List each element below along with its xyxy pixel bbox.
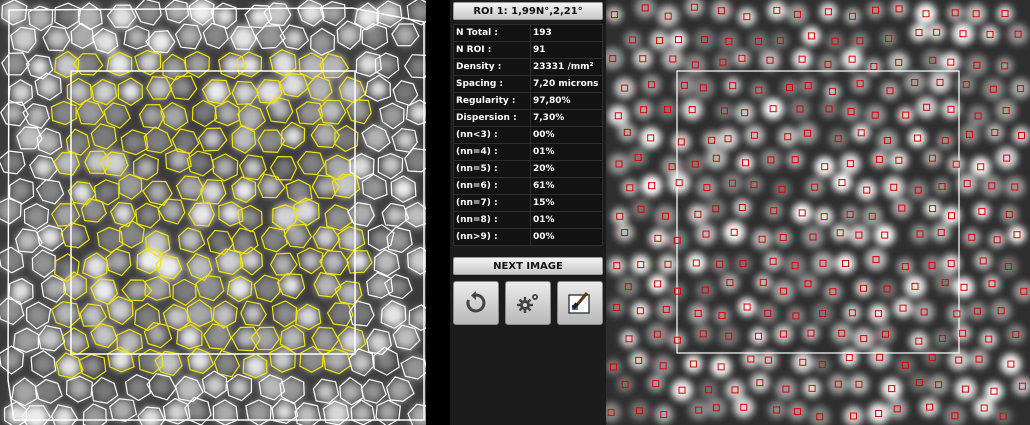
stats-row: (nn<3) :00% bbox=[453, 126, 603, 144]
stats-value: 15% bbox=[530, 194, 603, 212]
roi-button[interactable]: ROI 1: 1,99N°,2,21° bbox=[453, 2, 603, 20]
voronoi-image-panel[interactable] bbox=[0, 0, 426, 425]
stats-value: 61% bbox=[530, 177, 603, 195]
stats-row: (nn=5) :20% bbox=[453, 160, 603, 178]
next-image-button[interactable]: NEXT IMAGE bbox=[453, 257, 603, 275]
stats-label: Density : bbox=[453, 58, 531, 76]
stats-panel: ROI 1: 1,99N°,2,21° N Total :193 N ROI :9… bbox=[450, 0, 606, 425]
stats-label: Dispersion : bbox=[453, 109, 531, 127]
stats-label: N Total : bbox=[453, 24, 531, 42]
stats-value: 7,30% bbox=[530, 109, 603, 127]
stats-table: N Total :193 N ROI :91 Density :23331 /mm²… bbox=[453, 24, 603, 246]
stats-row: (nn=6) :61% bbox=[453, 177, 603, 195]
stats-label: (nn=8) : bbox=[453, 211, 531, 229]
stats-label: (nn=6) : bbox=[453, 177, 531, 195]
stats-label: (nn=5) : bbox=[453, 160, 531, 178]
stats-value: 00% bbox=[530, 126, 603, 144]
stats-row: (nn>9) :00% bbox=[453, 228, 603, 246]
stats-row: Regularity :97,80% bbox=[453, 92, 603, 110]
stats-row: Spacing :7,20 microns bbox=[453, 75, 603, 93]
stats-label: Regularity : bbox=[453, 92, 531, 110]
stats-value: 20% bbox=[530, 160, 603, 178]
brush-edit-icon bbox=[568, 292, 590, 314]
stats-row: N Total :193 bbox=[453, 24, 603, 42]
cell-markers-overlay bbox=[606, 0, 1030, 425]
stats-value: 91 bbox=[530, 41, 603, 59]
stats-label: (nn>9) : bbox=[453, 228, 531, 246]
stats-label: (nn=7) : bbox=[453, 194, 531, 212]
settings-gears-icon bbox=[517, 294, 538, 313]
stats-row: (nn=4) :01% bbox=[453, 143, 603, 161]
stats-value: 23331 /mm² bbox=[530, 58, 603, 76]
refresh-icon bbox=[466, 291, 486, 313]
stats-row: Density :23331 /mm² bbox=[453, 58, 603, 76]
settings-button[interactable] bbox=[505, 281, 551, 325]
stats-value: 01% bbox=[530, 143, 603, 161]
stats-label: N ROI : bbox=[453, 41, 531, 59]
stats-value: 01% bbox=[530, 211, 603, 229]
stats-value: 97,80% bbox=[530, 92, 603, 110]
voronoi-overlay bbox=[0, 0, 426, 425]
stats-row: (nn=8) :01% bbox=[453, 211, 603, 229]
stats-value: 193 bbox=[530, 24, 603, 42]
stats-label: (nn=4) : bbox=[453, 143, 531, 161]
raw-image-panel[interactable] bbox=[606, 0, 1030, 425]
stats-label: Spacing : bbox=[453, 75, 531, 93]
stats-row: Dispersion :7,30% bbox=[453, 109, 603, 127]
stats-value: 7,20 microns bbox=[530, 75, 603, 93]
stats-row: (nn=7) :15% bbox=[453, 194, 603, 212]
stats-row: N ROI :91 bbox=[453, 41, 603, 59]
stats-value: 00% bbox=[530, 228, 603, 246]
divider bbox=[426, 0, 450, 425]
brush-button[interactable] bbox=[557, 281, 603, 325]
stats-label: (nn<3) : bbox=[453, 126, 531, 144]
refresh-button[interactable] bbox=[453, 281, 499, 325]
